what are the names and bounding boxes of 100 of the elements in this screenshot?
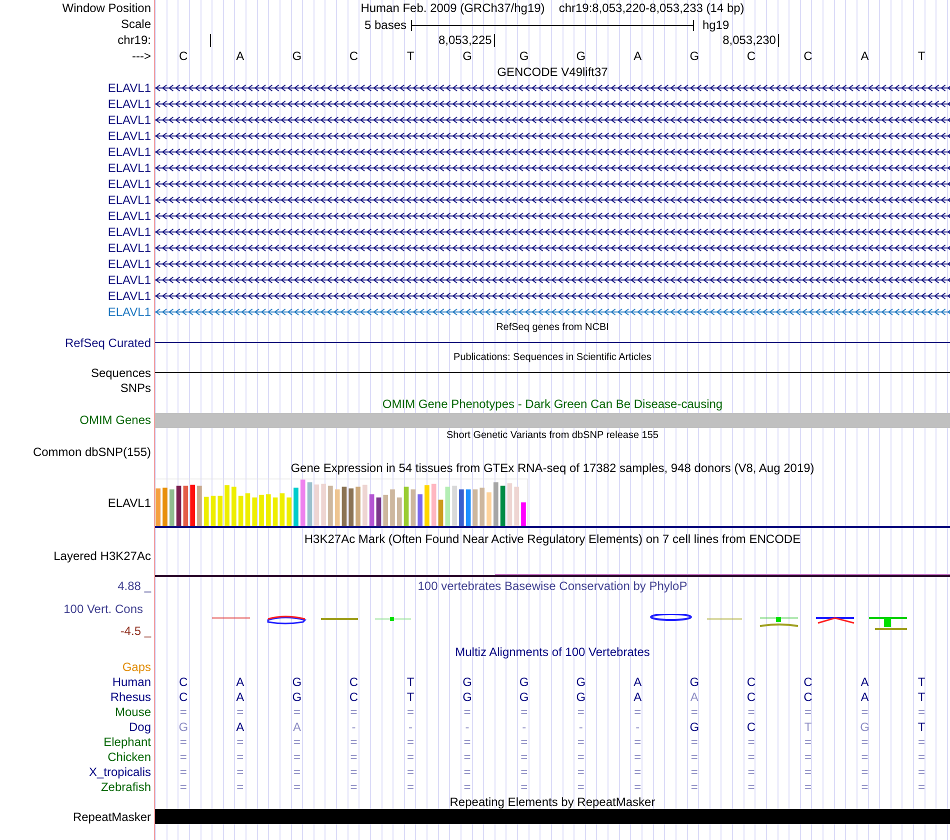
aligned-base: =	[634, 764, 642, 778]
aligned-base: A	[634, 690, 642, 704]
track-label: OMIM Genes	[80, 413, 151, 427]
track-label: Chicken	[108, 750, 151, 764]
base-letter: G	[292, 48, 302, 64]
base-letter: G	[519, 48, 529, 64]
track-label: ELAVL1	[108, 129, 151, 143]
aligned-base: =	[804, 734, 812, 748]
scale-assembly-text: hg19	[701, 17, 730, 32]
aligned-base: G	[576, 690, 586, 704]
aligned-base: =	[577, 764, 584, 778]
aligned-base: =	[350, 764, 358, 778]
aligned-base: =	[407, 780, 414, 794]
track-label: ELAVL1	[108, 193, 151, 207]
aligned-base: -	[578, 720, 583, 734]
track-label: ELAVL1	[108, 305, 151, 319]
base-letter: C	[804, 48, 812, 64]
aligned-base: =	[407, 764, 414, 778]
track-title: Publications: Sequences in Scientific Articles	[454, 350, 652, 364]
aligned-base: =	[180, 780, 187, 794]
base-letter: G	[462, 48, 472, 64]
aligned-base: =	[804, 704, 812, 718]
aligned-base: G	[292, 690, 302, 704]
track-title: Gene Expression in 54 tissues from GTEx RNA-seq of 17382 samples, 948 donors (V8, Aug 2019)	[290, 461, 814, 475]
aligned-base: G	[690, 720, 700, 734]
track-label: chr19:	[118, 33, 151, 47]
aligned-base: =	[180, 734, 187, 748]
aligned-base: =	[690, 750, 698, 764]
track-label: 4.88 _	[118, 579, 151, 593]
aligned-base: =	[407, 734, 414, 748]
base-letter: G	[690, 48, 700, 64]
aligned-base: C	[179, 674, 188, 688]
track-label: ELAVL1	[108, 177, 151, 191]
aligned-base: A	[634, 674, 642, 688]
base-letter: C	[746, 48, 756, 64]
track-title: H3K27Ac Mark (Often Found Near Active Regulatory Elements) on 7 cell lines from ENCODE	[304, 532, 801, 546]
aligned-base: C	[804, 690, 812, 704]
base-letter: A	[860, 48, 869, 64]
track-label: Sequences	[90, 366, 151, 380]
aligned-base: T	[406, 674, 414, 688]
aligned-base: C	[746, 674, 756, 688]
base-letter: T	[406, 48, 414, 64]
track-title: Repeating Elements by RepeatMasker	[450, 794, 656, 808]
track-label: ELAVL1	[108, 145, 151, 159]
aligned-base: =	[520, 780, 528, 794]
aligned-base: =	[861, 764, 868, 778]
aligned-base: A	[860, 690, 869, 704]
aligned-base: =	[861, 750, 868, 764]
track-label: Gaps	[122, 660, 151, 674]
aligned-base: =	[464, 704, 471, 718]
aligned-base: A	[860, 674, 869, 688]
aligned-base: =	[861, 704, 868, 718]
aligned-base: =	[861, 780, 868, 794]
aligned-base: =	[634, 734, 642, 748]
scale-text: 5 bases	[364, 17, 408, 32]
aligned-base: =	[350, 780, 358, 794]
base-letter: C	[349, 48, 358, 64]
track-label: ELAVL1	[108, 113, 151, 127]
aligned-base: -	[522, 720, 526, 734]
ruler-label: 8,053,225	[438, 34, 492, 47]
aligned-base: C	[746, 720, 756, 734]
aligned-base: =	[577, 704, 584, 718]
track-label: ELAVL1	[108, 257, 151, 271]
aligned-base: =	[748, 704, 755, 718]
aligned-base: =	[690, 780, 698, 794]
aligned-base: G	[576, 674, 586, 688]
track-title: GENCODE V49lift37	[497, 65, 608, 79]
aligned-base: =	[180, 750, 187, 764]
aligned-base: =	[350, 734, 358, 748]
aligned-base: =	[464, 764, 471, 778]
aligned-base: G	[462, 690, 472, 704]
track-label: ELAVL1	[108, 241, 151, 255]
aligned-base: A	[236, 720, 244, 734]
aligned-base: =	[748, 780, 755, 794]
track-label: Mouse	[114, 704, 151, 718]
aligned-base: =	[748, 764, 755, 778]
aligned-base: -	[352, 720, 356, 734]
aligned-base: =	[634, 780, 642, 794]
aligned-base: =	[748, 734, 755, 748]
aligned-base: =	[464, 750, 471, 764]
ruler-tick	[778, 34, 779, 47]
track-label: Zebrafish	[100, 780, 151, 794]
track-label: X_tropicalis	[88, 764, 151, 778]
aligned-base: T	[406, 690, 414, 704]
assembly-text: Human Feb. 2009 (GRCh37/hg19)	[360, 0, 545, 16]
aligned-base: =	[236, 750, 244, 764]
track-label: -4.5 _	[120, 624, 151, 638]
aligned-base: =	[236, 764, 244, 778]
aligned-base: -	[408, 720, 413, 734]
track-label: Scale	[120, 17, 151, 31]
track-label: ELAVL1	[108, 496, 151, 510]
aligned-base: =	[236, 780, 244, 794]
aligned-base: A	[690, 690, 698, 704]
aligned-base: G	[178, 720, 188, 734]
aligned-base: =	[520, 704, 528, 718]
base-letter: A	[236, 48, 244, 64]
base-letter: G	[576, 48, 586, 64]
base-letter: C	[179, 48, 188, 64]
aligned-base: G	[462, 674, 472, 688]
aligned-base: =	[293, 764, 300, 778]
